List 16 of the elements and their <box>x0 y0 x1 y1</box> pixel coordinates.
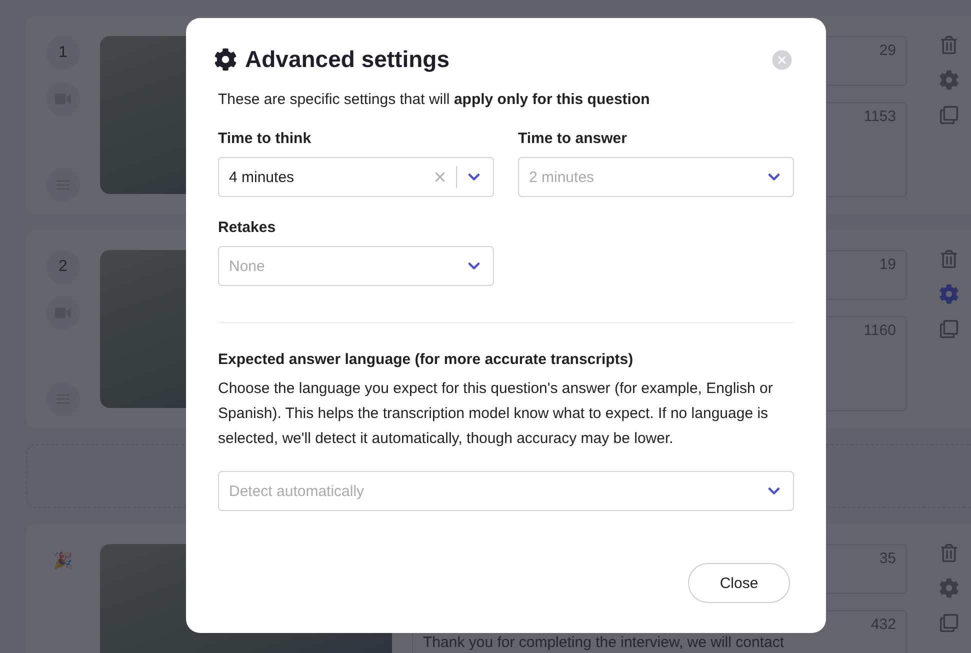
field-label: Time to think <box>218 130 312 147</box>
dialog-intro: These are specific settings that will apply only for this question <box>218 91 651 108</box>
section-heading: Expected answer language (for more accurate transcripts) <box>218 351 634 368</box>
close-icon[interactable] <box>770 48 794 72</box>
dropdown-field[interactable]: Detect automatically <box>218 471 794 511</box>
field-label: Time to answer <box>518 130 628 147</box>
ending-marker: 🎉 <box>52 550 74 572</box>
section-description: Choose the language you expect for this question's answer (for example, English or Spanish). This helps the transcription model know what to expect. If no language is selected, we'll detect it automatically, though accuracy may be lower. <box>218 379 774 449</box>
dropdown-field[interactable]: None <box>218 246 494 286</box>
dropdown-field[interactable]: 4 minutes <box>218 157 494 197</box>
settings-icon <box>214 48 237 71</box>
description-text: Thank you for completing the interview, we will contact <box>423 634 784 651</box>
dropdown-field[interactable]: 2 minutes <box>518 157 794 197</box>
field-label: Retakes <box>218 219 277 236</box>
dialog-title: Advanced settings <box>245 46 450 73</box>
close-button[interactable]: Close <box>688 563 790 603</box>
